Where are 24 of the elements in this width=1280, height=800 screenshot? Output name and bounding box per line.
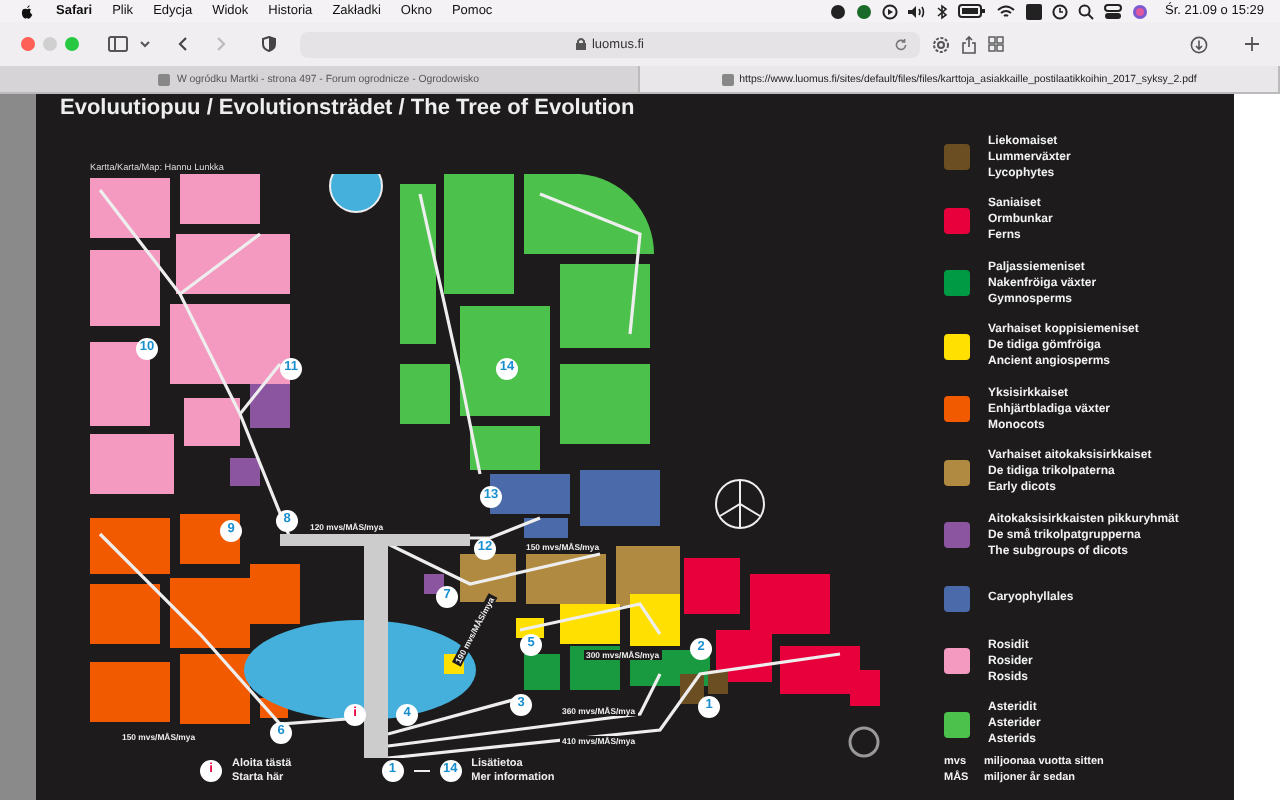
chevron-down-icon[interactable] — [140, 40, 150, 48]
bluetooth-icon[interactable] — [936, 3, 949, 19]
clock-icon[interactable] — [1052, 3, 1069, 19]
control-center-icon[interactable] — [1104, 3, 1123, 19]
battery-icon[interactable] — [958, 4, 987, 18]
shield-icon[interactable] — [262, 36, 276, 52]
lock-icon — [575, 38, 586, 50]
search-icon[interactable] — [1078, 3, 1095, 19]
download-icon[interactable] — [1190, 35, 1208, 53]
favicon-icon — [721, 73, 734, 85]
reload-icon[interactable] — [894, 37, 908, 51]
sidebar-icon[interactable] — [108, 36, 128, 52]
window-controls-icon[interactable] — [20, 36, 80, 52]
map-title: Evoluutiopuu / Evolutionsträdet / The Tree of Evolution — [60, 96, 637, 122]
plus-icon[interactable] — [1244, 36, 1260, 52]
wifi-icon[interactable] — [996, 3, 1017, 19]
apple-icon[interactable] — [20, 3, 34, 19]
favicon-icon — [158, 73, 171, 85]
share-icon[interactable] — [962, 35, 976, 53]
tab-overview-icon[interactable] — [988, 36, 1004, 52]
volume-icon[interactable] — [908, 3, 927, 19]
back-icon[interactable] — [178, 36, 188, 52]
play-icon[interactable] — [882, 3, 899, 19]
settings-icon[interactable] — [932, 35, 950, 53]
